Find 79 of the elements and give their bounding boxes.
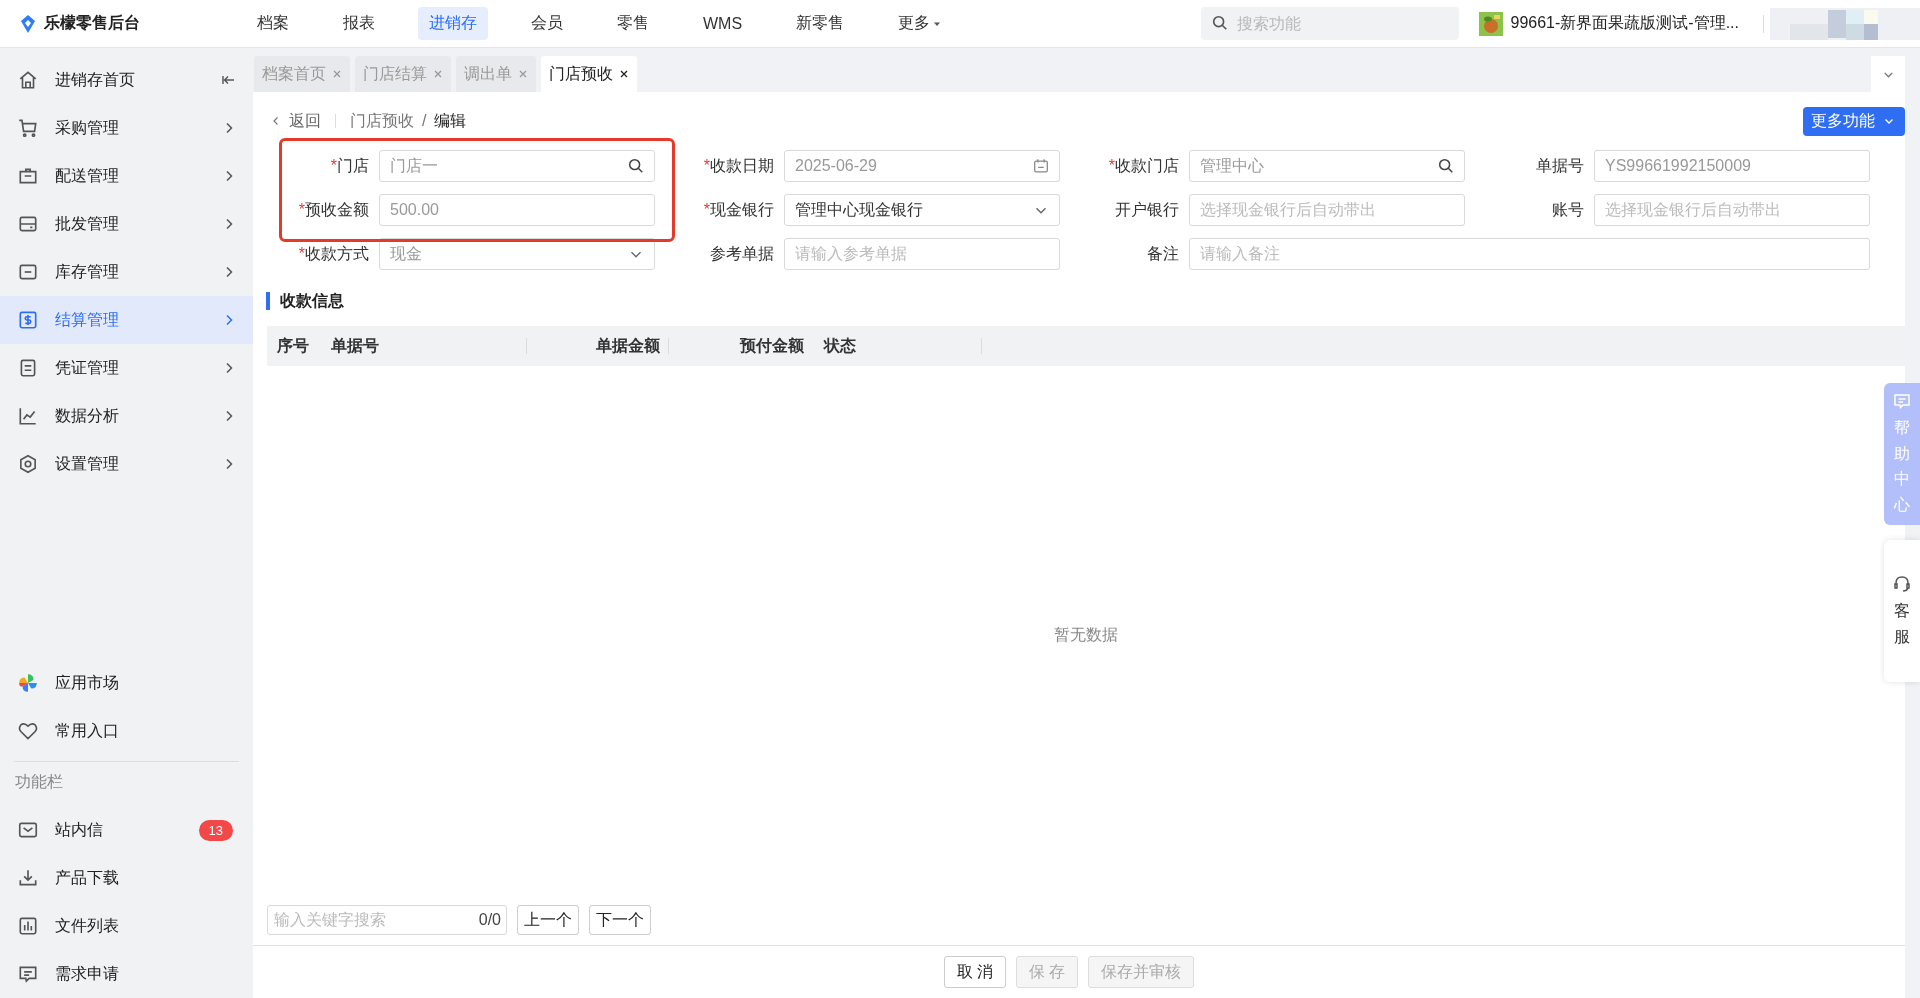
breadcrumb-link[interactable]: 门店预收 xyxy=(350,110,414,132)
field-label: 单据号 xyxy=(1536,156,1584,174)
input-field[interactable]: 请输入备注 xyxy=(1189,238,1870,270)
store-name[interactable]: 99661-新界面果蔬版测试-管理... xyxy=(1510,13,1739,34)
field-label: 账号 xyxy=(1552,200,1584,218)
sidebar-item[interactable]: 采购管理 xyxy=(0,104,253,152)
section-label: 功能栏 xyxy=(14,772,64,792)
nav-tab[interactable]: 新零售 xyxy=(785,7,856,40)
chevron-left-icon xyxy=(271,116,281,126)
app-title: 乐檬零售后台 xyxy=(44,13,140,33)
sidebar-item[interactable]: 产品下载 xyxy=(0,854,253,902)
cancel-button[interactable]: 取 消 xyxy=(943,956,1006,988)
field-label: *收款日期 xyxy=(703,156,774,174)
sidebar-item[interactable]: 需求申请 xyxy=(0,950,253,998)
field-label: *收款门店 xyxy=(1108,156,1179,174)
breadcrumb-current: 编辑 xyxy=(434,110,467,131)
nav-tab[interactable]: 进销存 xyxy=(418,7,488,40)
search-icon[interactable] xyxy=(1437,157,1455,175)
headset-icon xyxy=(1892,574,1912,594)
nav-tab[interactable]: 更多 xyxy=(887,7,953,40)
nav-tab[interactable]: 档案 xyxy=(246,7,300,40)
message-icon xyxy=(1892,391,1912,411)
pinwheel-icon xyxy=(17,672,39,694)
sidebar-item[interactable]: 设置管理 xyxy=(0,440,253,488)
field-label: *门店 xyxy=(330,156,369,174)
field-label: 备注 xyxy=(1147,244,1179,262)
nav-tab[interactable]: 零售 xyxy=(606,7,660,40)
sidebar-item[interactable]: 配送管理 xyxy=(0,152,253,200)
settings-icon xyxy=(17,453,39,475)
sidebar-item[interactable]: 文件列表 xyxy=(0,902,253,950)
match-count: 0/0 xyxy=(478,911,501,929)
field-label: *预收金额 xyxy=(298,200,369,218)
column-header: 状态 xyxy=(824,336,856,356)
bar-chart-icon xyxy=(17,915,39,937)
heart-icon xyxy=(17,720,39,742)
calendar-icon[interactable] xyxy=(1032,157,1050,175)
cart-icon xyxy=(17,117,39,139)
input-field[interactable]: 选择现金银行后自动带出 xyxy=(1189,194,1465,226)
dollar-icon xyxy=(17,309,39,331)
next-button[interactable]: 下一个 xyxy=(589,905,651,935)
previous-button[interactable]: 上一个 xyxy=(517,905,579,935)
empty-message: 暂无数据 xyxy=(1054,625,1118,645)
sidebar-item[interactable]: 数据分析 xyxy=(0,392,253,440)
field-label: 开户银行 xyxy=(1115,200,1179,218)
sidebar-item[interactable]: 库存管理 xyxy=(0,248,253,296)
back-link[interactable]: 返回 xyxy=(267,110,321,132)
search-icon xyxy=(1210,14,1229,32)
sidebar-item[interactable]: 凭证管理 xyxy=(0,344,253,392)
field-label: *收款方式 xyxy=(298,244,369,262)
nav-tab[interactable]: 会员 xyxy=(520,7,574,40)
logo-icon xyxy=(18,13,38,34)
input-field[interactable]: 选择现金银行后自动带出 xyxy=(1594,194,1870,226)
nav-tab[interactable]: 报表 xyxy=(332,7,386,40)
sidebar-item[interactable]: 站内信 13 xyxy=(0,806,253,854)
sidebar-item[interactable]: 结算管理 xyxy=(0,296,253,344)
field-label: *现金银行 xyxy=(703,200,774,218)
field-label: 参考单据 xyxy=(710,244,774,262)
line-chart-icon xyxy=(17,405,39,427)
section-title: 收款信息 xyxy=(266,292,1905,310)
more-functions-button[interactable]: 更多功能 xyxy=(1803,106,1905,136)
input-field[interactable]: 管理中心现金银行 xyxy=(784,194,1060,226)
input-field[interactable]: 请输入参考单据 xyxy=(784,238,1060,270)
column-header: 预付金额 xyxy=(740,336,804,356)
nav-tab[interactable]: WMS xyxy=(692,7,754,40)
close-icon[interactable] xyxy=(619,69,629,79)
home-icon xyxy=(17,69,39,91)
sidebar-item[interactable]: 批发管理 xyxy=(0,200,253,248)
search-icon[interactable] xyxy=(627,157,645,175)
sidebar-item[interactable]: 应用市场 xyxy=(0,659,253,707)
column-header: 单据金额 xyxy=(596,336,660,356)
column-header: 单据号 xyxy=(331,336,379,356)
sidebar-item[interactable]: 进销存首页 xyxy=(0,56,253,104)
sidebar-item[interactable]: 常用入口 xyxy=(0,707,253,755)
breadcrumb-separator: / xyxy=(422,112,427,130)
page-tab[interactable]: 门店预收 xyxy=(541,56,637,92)
column-header: 序号 xyxy=(277,336,309,356)
count-badge: 13 xyxy=(198,819,233,841)
customer-service-tab[interactable]: 客服 xyxy=(1884,540,1920,682)
search-field[interactable]: 搜索功能 xyxy=(1200,7,1459,40)
